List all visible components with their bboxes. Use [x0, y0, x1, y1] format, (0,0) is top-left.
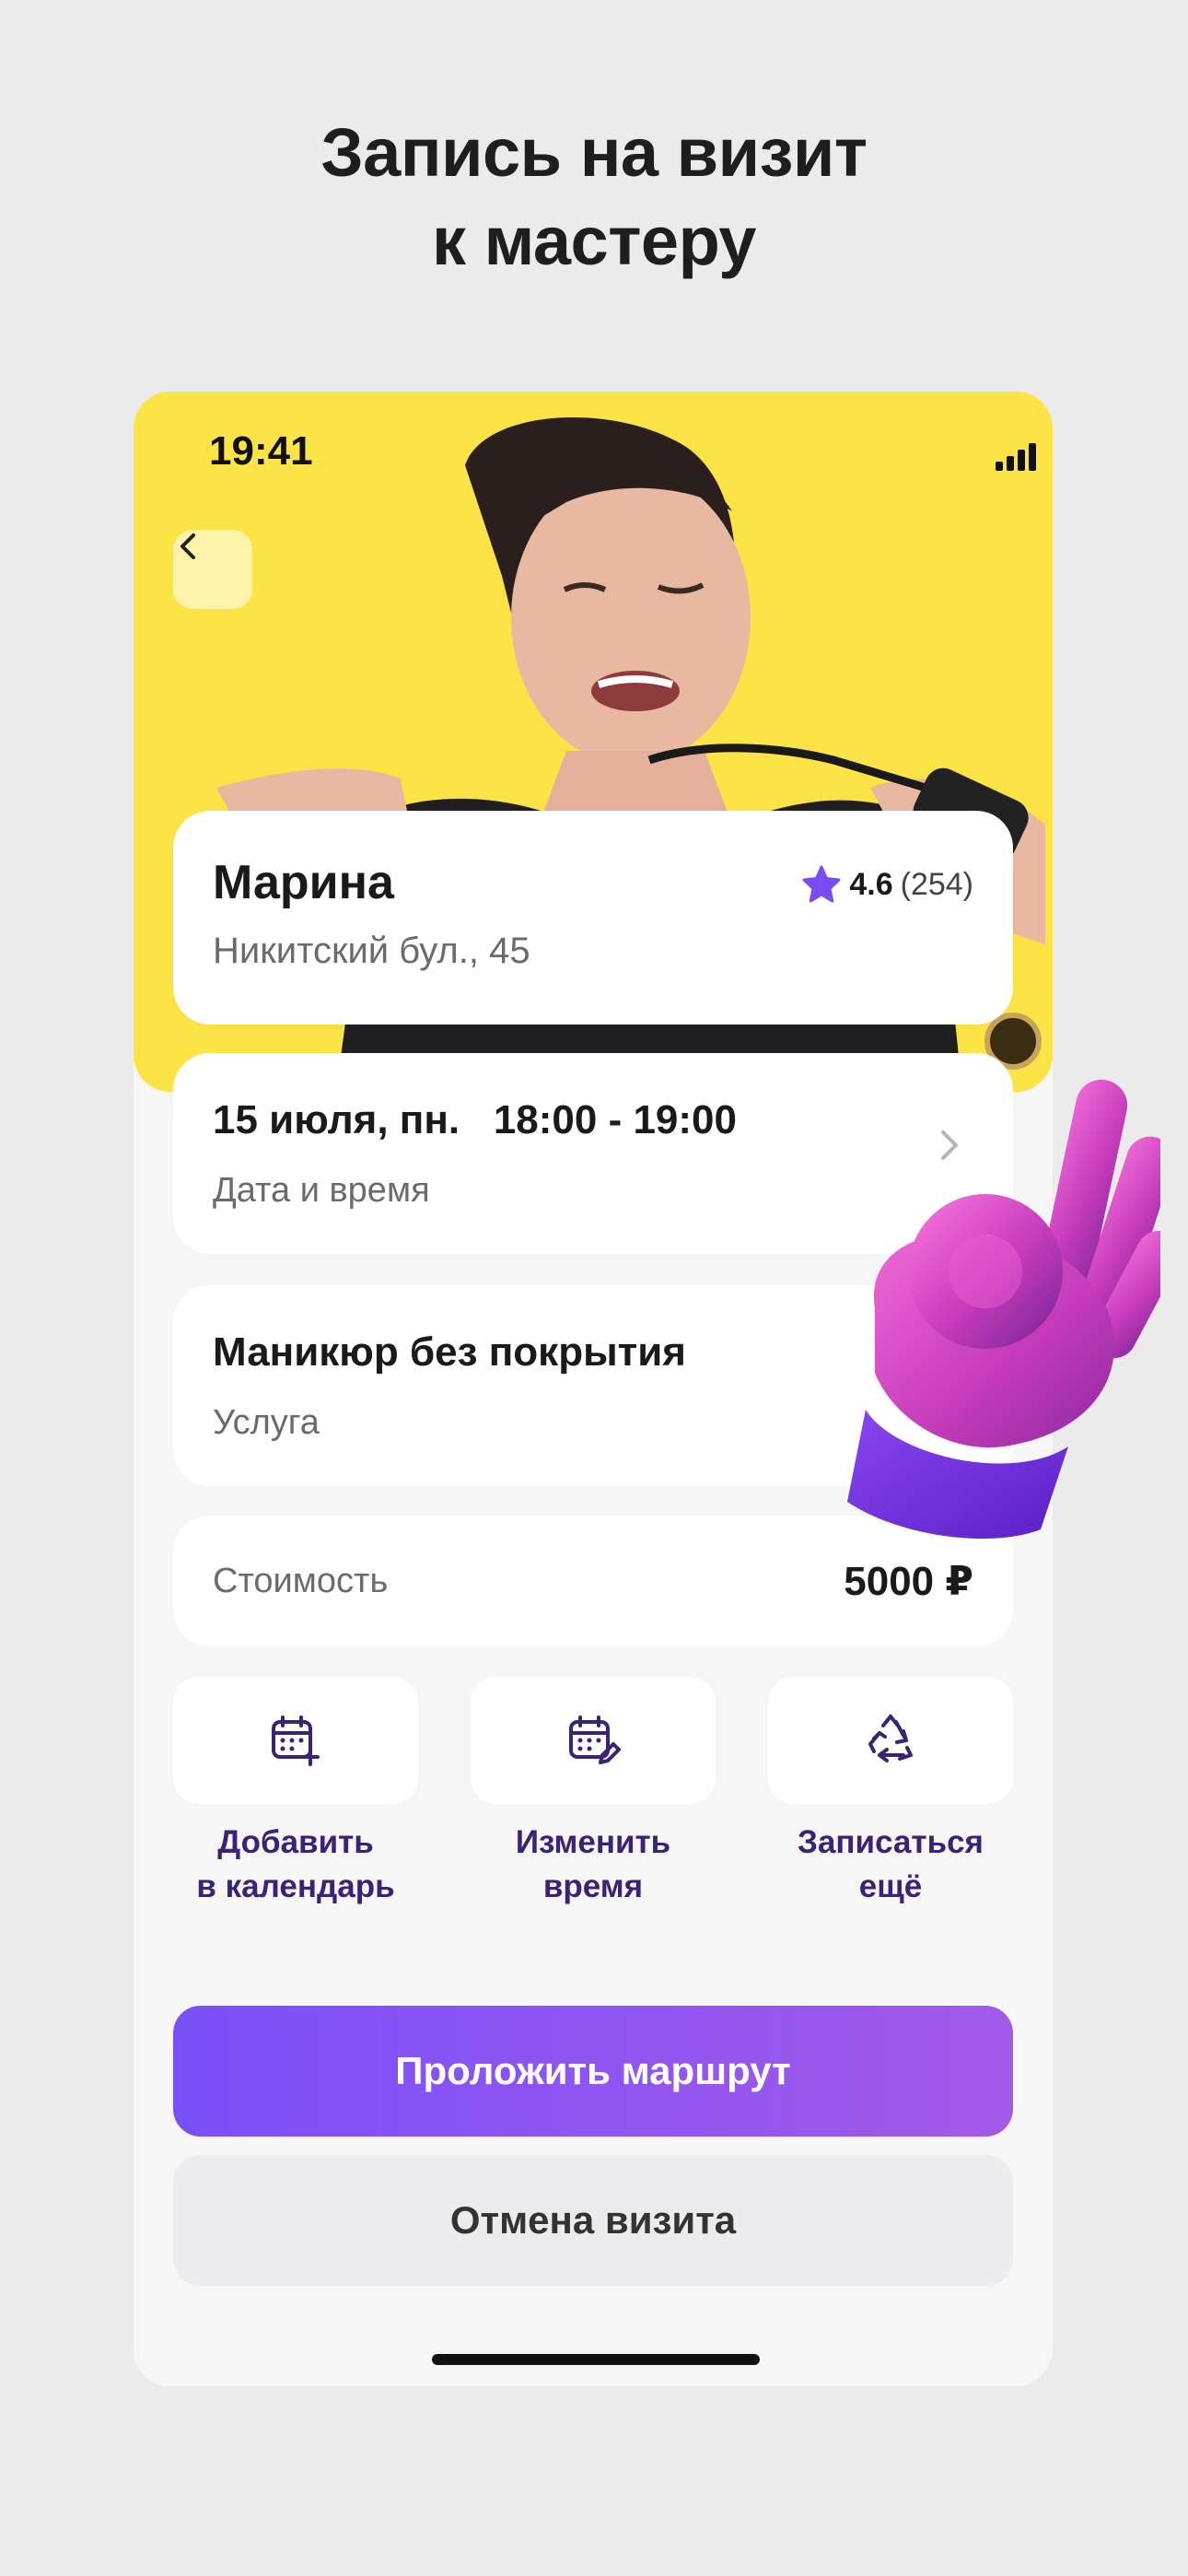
- action-line: время: [542, 1868, 644, 1904]
- book-again-button[interactable]: Записаться ещё: [768, 1677, 1013, 1909]
- action-line: в календарь: [196, 1868, 395, 1904]
- action-line: ещё: [858, 1868, 923, 1904]
- master-address: Никитский бул., 45: [213, 931, 530, 971]
- rating-value: 4.6: [849, 866, 893, 902]
- page-headline: Запись на визит к мастеру: [0, 109, 1188, 286]
- master-card[interactable]: Марина 4.6 (254) Никитский бул., 45: [173, 811, 1013, 1025]
- book-again-icon-box[interactable]: [768, 1677, 1013, 1804]
- headline-line-1: Запись на визит: [320, 114, 868, 191]
- date-time-value: 15 июля, пн. 18:00 - 19:00: [213, 1097, 737, 1142]
- build-route-button[interactable]: Проложить маршрут: [173, 2006, 1013, 2137]
- add-to-calendar-label[interactable]: Добавить в календарь: [173, 1821, 418, 1909]
- chevron-left-icon: [181, 533, 195, 559]
- master-rating: 4.6 (254): [801, 864, 973, 905]
- date-time-label: Дата и время: [213, 1171, 430, 1210]
- headline-line-2: к мастеру: [432, 203, 756, 279]
- action-line: Изменить: [515, 1824, 671, 1860]
- status-time: 19:41: [209, 428, 313, 474]
- action-line: Записаться: [798, 1824, 984, 1860]
- back-button[interactable]: [173, 530, 252, 609]
- service-name: Маникюр без покрытия: [213, 1329, 686, 1375]
- add-to-calendar-icon-box[interactable]: [173, 1677, 418, 1804]
- calendar-add-icon: [272, 1715, 320, 1766]
- service-label: Услуга: [213, 1403, 320, 1442]
- rating-count: (254): [900, 866, 973, 902]
- home-indicator: [432, 2354, 760, 2365]
- book-again-label[interactable]: Записаться ещё: [768, 1821, 1013, 1909]
- star-icon: [802, 865, 841, 903]
- price-label: Стоимость: [213, 1562, 389, 1600]
- change-time-icon-box[interactable]: [471, 1677, 716, 1804]
- change-time-button[interactable]: Изменить время: [471, 1677, 716, 1909]
- action-line: Добавить: [217, 1824, 374, 1860]
- master-name: Марина: [213, 856, 394, 909]
- calendar-edit-icon: [569, 1715, 621, 1764]
- recycle-icon: [868, 1715, 913, 1762]
- cancel-visit-button[interactable]: Отмена визита: [173, 2155, 1013, 2286]
- add-to-calendar-button[interactable]: Добавить в календарь: [173, 1677, 418, 1909]
- price-value: 5000 ₽: [844, 1559, 973, 1604]
- ok-hand-sticker: [847, 1079, 1160, 1539]
- signal-icon: [996, 443, 1036, 471]
- change-time-label[interactable]: Изменить время: [471, 1821, 716, 1909]
